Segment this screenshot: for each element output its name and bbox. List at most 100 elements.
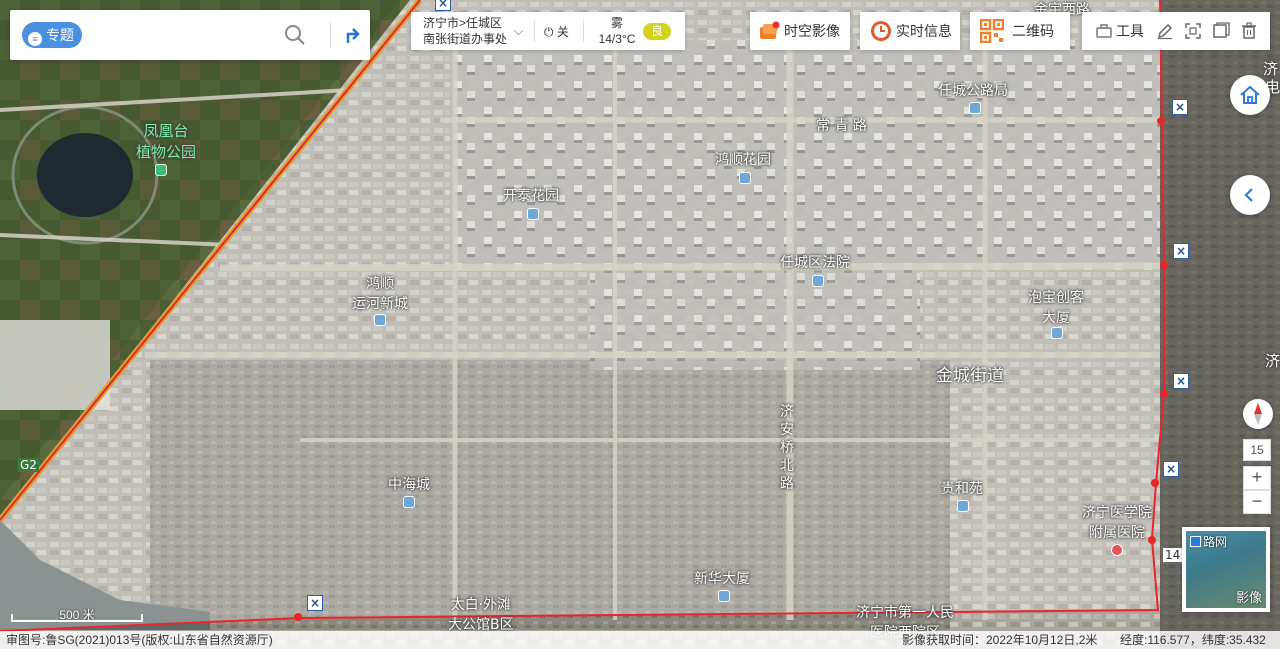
boundary-vertex[interactable] [1160, 261, 1168, 269]
yunhe-poi-icon[interactable] [374, 314, 386, 326]
boundary-vertex[interactable] [1148, 536, 1156, 544]
zoom-in-button[interactable]: + [1243, 466, 1271, 490]
boundary-marker-close-icon[interactable]: × [1173, 373, 1189, 389]
trash-icon[interactable] [1240, 22, 1258, 40]
jian-road-char-1: 济 [780, 404, 794, 420]
compass-button[interactable] [1243, 399, 1273, 429]
county-bureau-poi-icon[interactable] [969, 102, 981, 114]
boundary-marker-close-icon[interactable]: × [307, 595, 323, 611]
basemap-switcher[interactable]: 路网 影像 [1182, 527, 1270, 612]
boundary-vertex[interactable] [1160, 390, 1168, 398]
qrcode-button[interactable]: 二维码 [970, 12, 1070, 50]
medcollege-label: 济宁医学院 附属医院 [1082, 502, 1152, 542]
divider [534, 20, 535, 42]
yunhe-label: 鸿顺 运河新城 [352, 273, 408, 313]
home-button[interactable] [1230, 75, 1270, 115]
hongshun-garden-label: 鸿顺花园 [715, 152, 771, 168]
court-label: 任城区法院 [780, 255, 850, 271]
satellite-map[interactable]: 凤凰台 植物公园 金宇西路 任城公路局 常 青 路 鸿顺花园 开泰花园 任城区法… [0, 0, 1280, 649]
guihe-poi-icon[interactable] [957, 500, 969, 512]
boundary-vertex[interactable] [294, 613, 302, 621]
hospital-icon[interactable] [1111, 544, 1123, 556]
clock-icon [871, 21, 891, 41]
zoom-level: 15 [1243, 439, 1271, 461]
park-poi-icon[interactable] [155, 164, 167, 176]
search-input[interactable] [106, 22, 276, 48]
park-label-line1: 凤凰台 [143, 122, 189, 140]
xinhua-poi-icon[interactable] [718, 590, 730, 602]
jian-road-char-2: 安 [780, 422, 794, 438]
taibai-label-line1: 太白·外滩 [450, 597, 512, 613]
split-screen-icon[interactable] [1212, 22, 1230, 40]
jian-road-char-4: 北 [780, 458, 794, 474]
realtime-info-button[interactable]: 实时信息 [860, 12, 960, 50]
fullscreen-icon[interactable] [1184, 22, 1202, 40]
guihe-label: 贵和苑 [941, 481, 983, 497]
region-path: 济宁市>任城区 [423, 16, 503, 30]
timeline-imagery-label: 时空影像 [784, 23, 840, 39]
jian-road-char-3: 桥 [780, 440, 794, 456]
imagery-capture-time: 影像获取时间：2022年10月12日,2米 [902, 633, 1098, 647]
boundary-marker-close-icon[interactable]: × [1163, 461, 1179, 477]
jian-road-char-5: 路 [780, 476, 794, 492]
changqing-road-label: 常 青 路 [816, 118, 867, 134]
map-approval-number: 审图号:鲁SG(2021)013号(版权:山东省自然资源厅) [6, 633, 273, 647]
zoom-out-button[interactable]: − [1243, 490, 1271, 514]
court-poi-icon[interactable] [812, 275, 824, 287]
region-subdistrict: 南张街道办事处 [423, 32, 508, 46]
boundary-marker-close-icon[interactable]: × [1173, 243, 1189, 259]
footer-bar: 审图号:鲁SG(2021)013号(版权:山东省自然资源厅) 影像获取时间：20… [0, 631, 1280, 649]
chevron-down-icon[interactable]: ⌵ [514, 24, 523, 39]
home-icon [1240, 85, 1260, 104]
hospital-bottom-line1: 济宁市第一人民 [856, 605, 954, 621]
roadnet-label: 路网 [1203, 535, 1228, 549]
hongshun-garden-poi-icon[interactable] [739, 172, 751, 184]
paobao-poi-icon[interactable] [1051, 327, 1063, 339]
paobao-label-line1: 泡宝创客 [1028, 290, 1084, 306]
map-imagery [0, 0, 1280, 649]
scale-line [11, 614, 143, 622]
layers-icon [760, 21, 780, 39]
jian-road-label: 济 安 桥 北 路 [780, 403, 794, 493]
region-selector[interactable]: 济宁市>任城区 南张街道办事处 [423, 15, 507, 47]
scale-bar: 500 米 [11, 606, 143, 622]
kaitai-garden-label: 开泰花园 [503, 188, 559, 204]
xinhua-label: 新华大厦 [694, 571, 750, 587]
weather-toggle-label: 关 [556, 25, 569, 39]
boundary-marker-close-icon[interactable]: × [435, 0, 451, 11]
topic-button-label: 专题 [46, 27, 74, 43]
roadnet-checkbox[interactable]: 路网 [1190, 533, 1227, 550]
zhonghai-label: 中海城 [388, 477, 430, 493]
collapse-panel-button[interactable] [1230, 175, 1270, 215]
park-label-line2: 植物公园 [136, 143, 197, 161]
route-icon[interactable] [340, 23, 364, 47]
boundary-vertex[interactable] [1151, 479, 1159, 487]
yunhe-label-line2: 运河新城 [352, 296, 408, 312]
edge-label-ji-mid: 济 [1265, 352, 1280, 370]
park-label: 凤凰台 植物公园 [136, 120, 196, 162]
tools-label: 工具 [1116, 23, 1144, 39]
qrcode-label: 二维码 [1012, 23, 1054, 39]
location-weather-panel: 济宁市>任城区 南张街道办事处 ⌵ ⏻ 关 雾 14/3°C 良 [411, 12, 685, 50]
zhonghai-poi-icon[interactable] [403, 496, 415, 508]
paobao-label: 泡宝创客 大厦 [1028, 287, 1084, 327]
divider [330, 22, 331, 48]
boundary-marker-close-icon[interactable]: × [1172, 99, 1188, 115]
medcollege-label-line2: 附属医院 [1089, 525, 1145, 541]
compass-icon [1254, 403, 1262, 425]
kaitai-garden-poi-icon[interactable] [527, 208, 539, 220]
weather-toggle[interactable]: ⏻ 关 [544, 23, 569, 40]
imagery-thumbnail[interactable]: 路网 影像 [1186, 531, 1266, 608]
timeline-imagery-button[interactable]: 时空影像 [750, 12, 850, 50]
imagery-label: 影像 [1235, 590, 1262, 605]
edit-icon[interactable] [1156, 22, 1174, 40]
toolbox-icon [1096, 24, 1112, 38]
weather-condition: 雾 [610, 16, 623, 30]
qrcode-icon [980, 19, 1004, 43]
cursor-coordinates: 经度:116.577，纬度:35.432 [1120, 633, 1266, 647]
topic-button[interactable]: ≡ 专题 [22, 22, 82, 48]
paobao-label-line2: 大厦 [1042, 310, 1070, 326]
search-icon[interactable] [284, 24, 306, 46]
boundary-vertex[interactable] [1157, 117, 1165, 125]
divider [583, 20, 584, 42]
